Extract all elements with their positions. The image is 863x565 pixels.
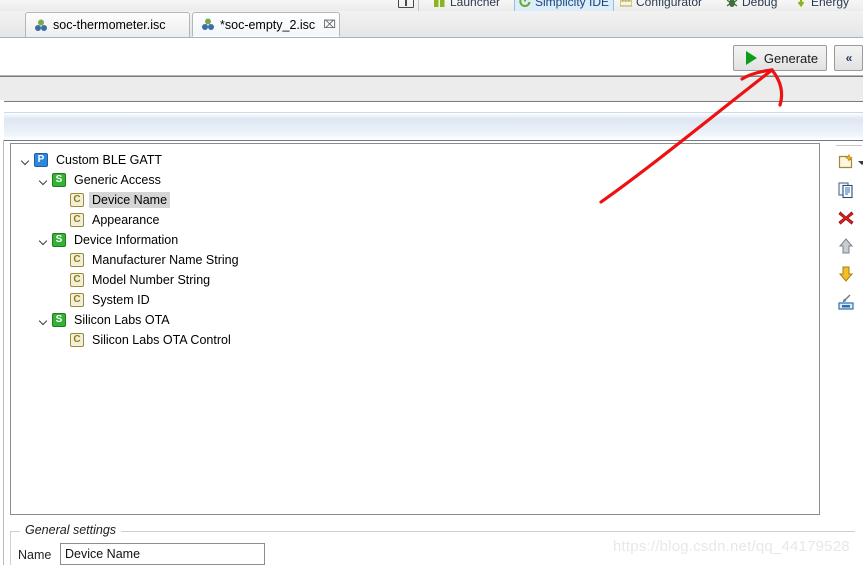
new-item-button[interactable]: [834, 151, 858, 175]
toolbar-separator: [418, 0, 419, 11]
generate-button-label: Generate: [763, 50, 819, 66]
name-field-label: Name: [18, 548, 52, 562]
tree-row[interactable]: S Silicon Labs OTA: [11, 310, 819, 330]
chevron-down-icon[interactable]: [19, 154, 32, 167]
import-button[interactable]: [834, 291, 858, 315]
double-chevron-left-icon: «: [845, 51, 853, 65]
perspective-energy[interactable]: Energy: [795, 0, 849, 11]
perspective-configurator-label: Configurator: [636, 0, 703, 9]
tab-soc-thermometer[interactable]: soc-thermometer.isc: [25, 12, 190, 37]
tree-row-label: Device Information: [74, 233, 179, 247]
perspective-configurator[interactable]: Configurator: [619, 0, 703, 11]
profile-icon: P: [34, 153, 48, 167]
chevron-down-icon[interactable]: [37, 234, 50, 247]
isc-file-icon: [201, 18, 215, 31]
perspective-debug-label: Debug: [742, 0, 778, 9]
tree-row[interactable]: S Device Information: [11, 230, 819, 250]
tree-row[interactable]: S Generic Access: [11, 170, 819, 190]
move-up-icon: [837, 237, 855, 258]
open-perspective-icon-divider: [405, 0, 407, 6]
editor-tab-strip: soc-thermometer.isc *soc-empty_2.isc ⌧: [0, 11, 863, 38]
toolbar-separator-band: [0, 76, 863, 102]
perspective-simplicity-ide-label: Simplicity IDE: [535, 0, 610, 9]
perspective-energy-label: Energy: [811, 0, 850, 9]
chevron-down-icon[interactable]: [37, 174, 50, 187]
copy-icon: [837, 181, 855, 202]
perspective-debug[interactable]: Debug: [726, 0, 777, 11]
service-icon: S: [52, 173, 66, 187]
tab-soc-thermometer-label: soc-thermometer.isc: [53, 18, 166, 32]
toolbar-divider: [836, 145, 862, 146]
gatt-tree-rows: P Custom BLE GATT S Generic Access C Device N…: [11, 150, 819, 350]
tab-soc-empty-2[interactable]: *soc-empty_2.isc ⌧: [192, 12, 340, 37]
collapse-panel-button[interactable]: «: [834, 45, 863, 71]
import-icon: [837, 293, 855, 314]
move-down-button[interactable]: [834, 263, 858, 287]
watermark-text: https://blog.csdn.net/qq_44179528: [613, 538, 850, 555]
close-icon[interactable]: ⌧: [323, 18, 336, 31]
left-rail-divider: [3, 140, 4, 565]
tab-soc-empty-2-label: *soc-empty_2.isc: [220, 17, 316, 32]
tree-row[interactable]: C Manufacturer Name String: [11, 250, 819, 270]
characteristic-icon: C: [70, 193, 84, 207]
move-down-icon: [837, 265, 855, 286]
tree-row-label: Manufacturer Name String: [92, 253, 239, 267]
characteristic-icon: C: [70, 293, 84, 307]
tree-row[interactable]: C Device Name: [11, 190, 819, 210]
tree-row[interactable]: C System ID: [11, 290, 819, 310]
generate-button[interactable]: Generate: [733, 45, 827, 71]
application-window: Launcher Simplicity IDE Configurator Deb…: [0, 0, 863, 565]
tree-row-label: Silicon Labs OTA Control: [92, 333, 231, 347]
play-icon: [745, 51, 757, 65]
tree-row[interactable]: C Model Number String: [11, 270, 819, 290]
delete-button[interactable]: [834, 207, 858, 231]
tree-row-label: Custom BLE GATT: [56, 153, 163, 167]
service-icon: S: [52, 233, 66, 247]
chevron-down-icon[interactable]: [37, 314, 50, 327]
characteristic-icon: C: [70, 273, 84, 287]
name-input[interactable]: [60, 543, 265, 565]
tree-row-label: Generic Access: [74, 173, 161, 187]
tree-row[interactable]: C Silicon Labs OTA Control: [11, 330, 819, 350]
tree-row[interactable]: P Custom BLE GATT: [11, 150, 819, 170]
general-settings-legend: General settings: [20, 523, 122, 537]
gatt-tree-panel[interactable]: P Custom BLE GATT S Generic Access C Device N…: [10, 143, 820, 515]
service-icon: S: [52, 313, 66, 327]
copy-button[interactable]: [834, 179, 858, 203]
tree-row-label: System ID: [92, 293, 150, 307]
tree-row-label: Device Name: [89, 192, 171, 208]
tree-row-label: Appearance: [92, 213, 160, 227]
characteristic-icon: C: [70, 253, 84, 267]
move-up-button[interactable]: [834, 235, 858, 259]
tree-row-label: Silicon Labs OTA: [74, 313, 170, 327]
new-item-icon: [837, 153, 855, 174]
delete-icon: [837, 209, 855, 230]
perspective-launcher-label: Launcher: [450, 0, 501, 9]
isc-file-icon: [34, 19, 48, 32]
chevron-down-icon[interactable]: [858, 161, 863, 165]
tree-row[interactable]: C Appearance: [11, 210, 819, 230]
section-header-band: [0, 112, 863, 141]
characteristic-icon: C: [70, 333, 84, 347]
tree-actions-toolbar: [832, 143, 863, 515]
tree-row-label: Model Number String: [92, 273, 211, 287]
perspective-launcher[interactable]: Launcher: [434, 0, 500, 11]
characteristic-icon: C: [70, 213, 84, 227]
